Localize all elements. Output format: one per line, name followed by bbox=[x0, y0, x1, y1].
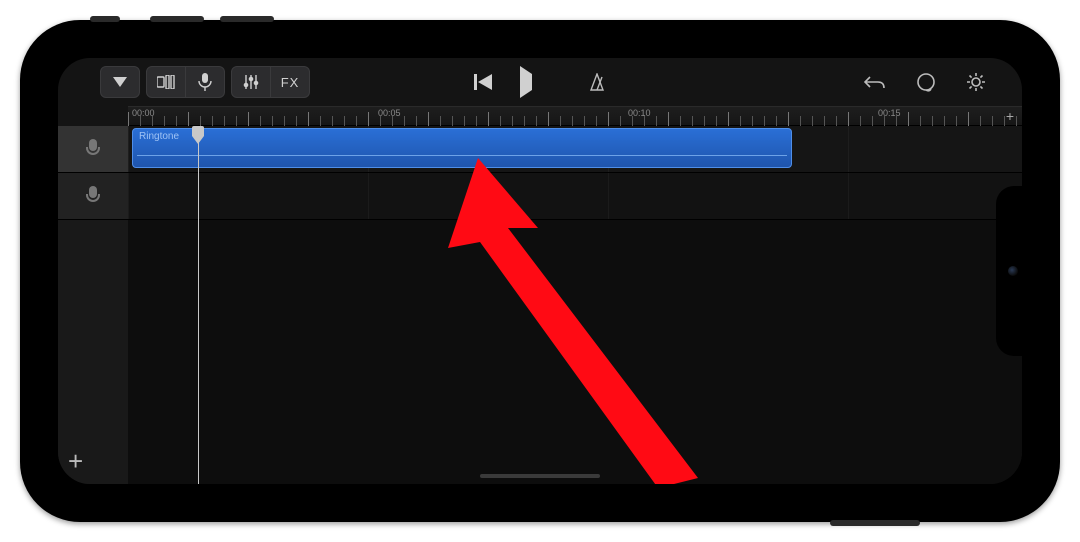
fx-button[interactable]: FX bbox=[271, 66, 310, 98]
audio-region[interactable]: Ringtone bbox=[132, 128, 792, 168]
add-track-button[interactable]: + bbox=[68, 448, 83, 474]
side-button bbox=[830, 520, 920, 526]
track-row[interactable] bbox=[128, 173, 1022, 220]
volume-up-button bbox=[150, 16, 204, 22]
screen: FX bbox=[58, 58, 1022, 484]
add-section-button[interactable]: + bbox=[1006, 108, 1014, 124]
timeline[interactable]: Ringtone bbox=[128, 126, 1022, 484]
settings-button[interactable] bbox=[966, 72, 986, 92]
play-button[interactable] bbox=[520, 74, 532, 90]
home-indicator[interactable] bbox=[480, 474, 600, 478]
ruler-mark: 00:15 bbox=[878, 108, 901, 118]
my-songs-button[interactable] bbox=[100, 66, 140, 98]
rewind-button[interactable] bbox=[474, 74, 492, 90]
fx-label: FX bbox=[281, 75, 300, 90]
mic-button[interactable] bbox=[186, 66, 225, 98]
ruler-mark: 00:10 bbox=[628, 108, 651, 118]
region-label: Ringtone bbox=[139, 131, 179, 142]
ruler-mark: 00:00 bbox=[132, 108, 155, 118]
mic-icon bbox=[86, 139, 100, 159]
ruler-mark: 00:05 bbox=[378, 108, 401, 118]
toolbar: FX bbox=[58, 58, 1022, 106]
loop-button[interactable] bbox=[916, 72, 936, 92]
browser-button[interactable] bbox=[146, 66, 186, 98]
track-header[interactable] bbox=[58, 173, 128, 220]
notch bbox=[996, 186, 1022, 356]
phone-switch bbox=[90, 16, 120, 22]
mixer-button[interactable] bbox=[231, 66, 271, 98]
camera-icon bbox=[1008, 266, 1018, 276]
playhead[interactable] bbox=[198, 126, 199, 484]
mic-icon bbox=[86, 186, 100, 206]
undo-button[interactable] bbox=[864, 74, 886, 90]
metronome-button[interactable] bbox=[588, 73, 606, 91]
track-header[interactable] bbox=[58, 126, 128, 173]
phone-frame: FX bbox=[20, 20, 1060, 522]
time-ruler[interactable]: 00:00 00:05 00:10 00:15 bbox=[128, 106, 1022, 126]
volume-down-button bbox=[220, 16, 274, 22]
track-row[interactable]: Ringtone bbox=[128, 126, 1022, 173]
track-headers: + bbox=[58, 126, 129, 484]
